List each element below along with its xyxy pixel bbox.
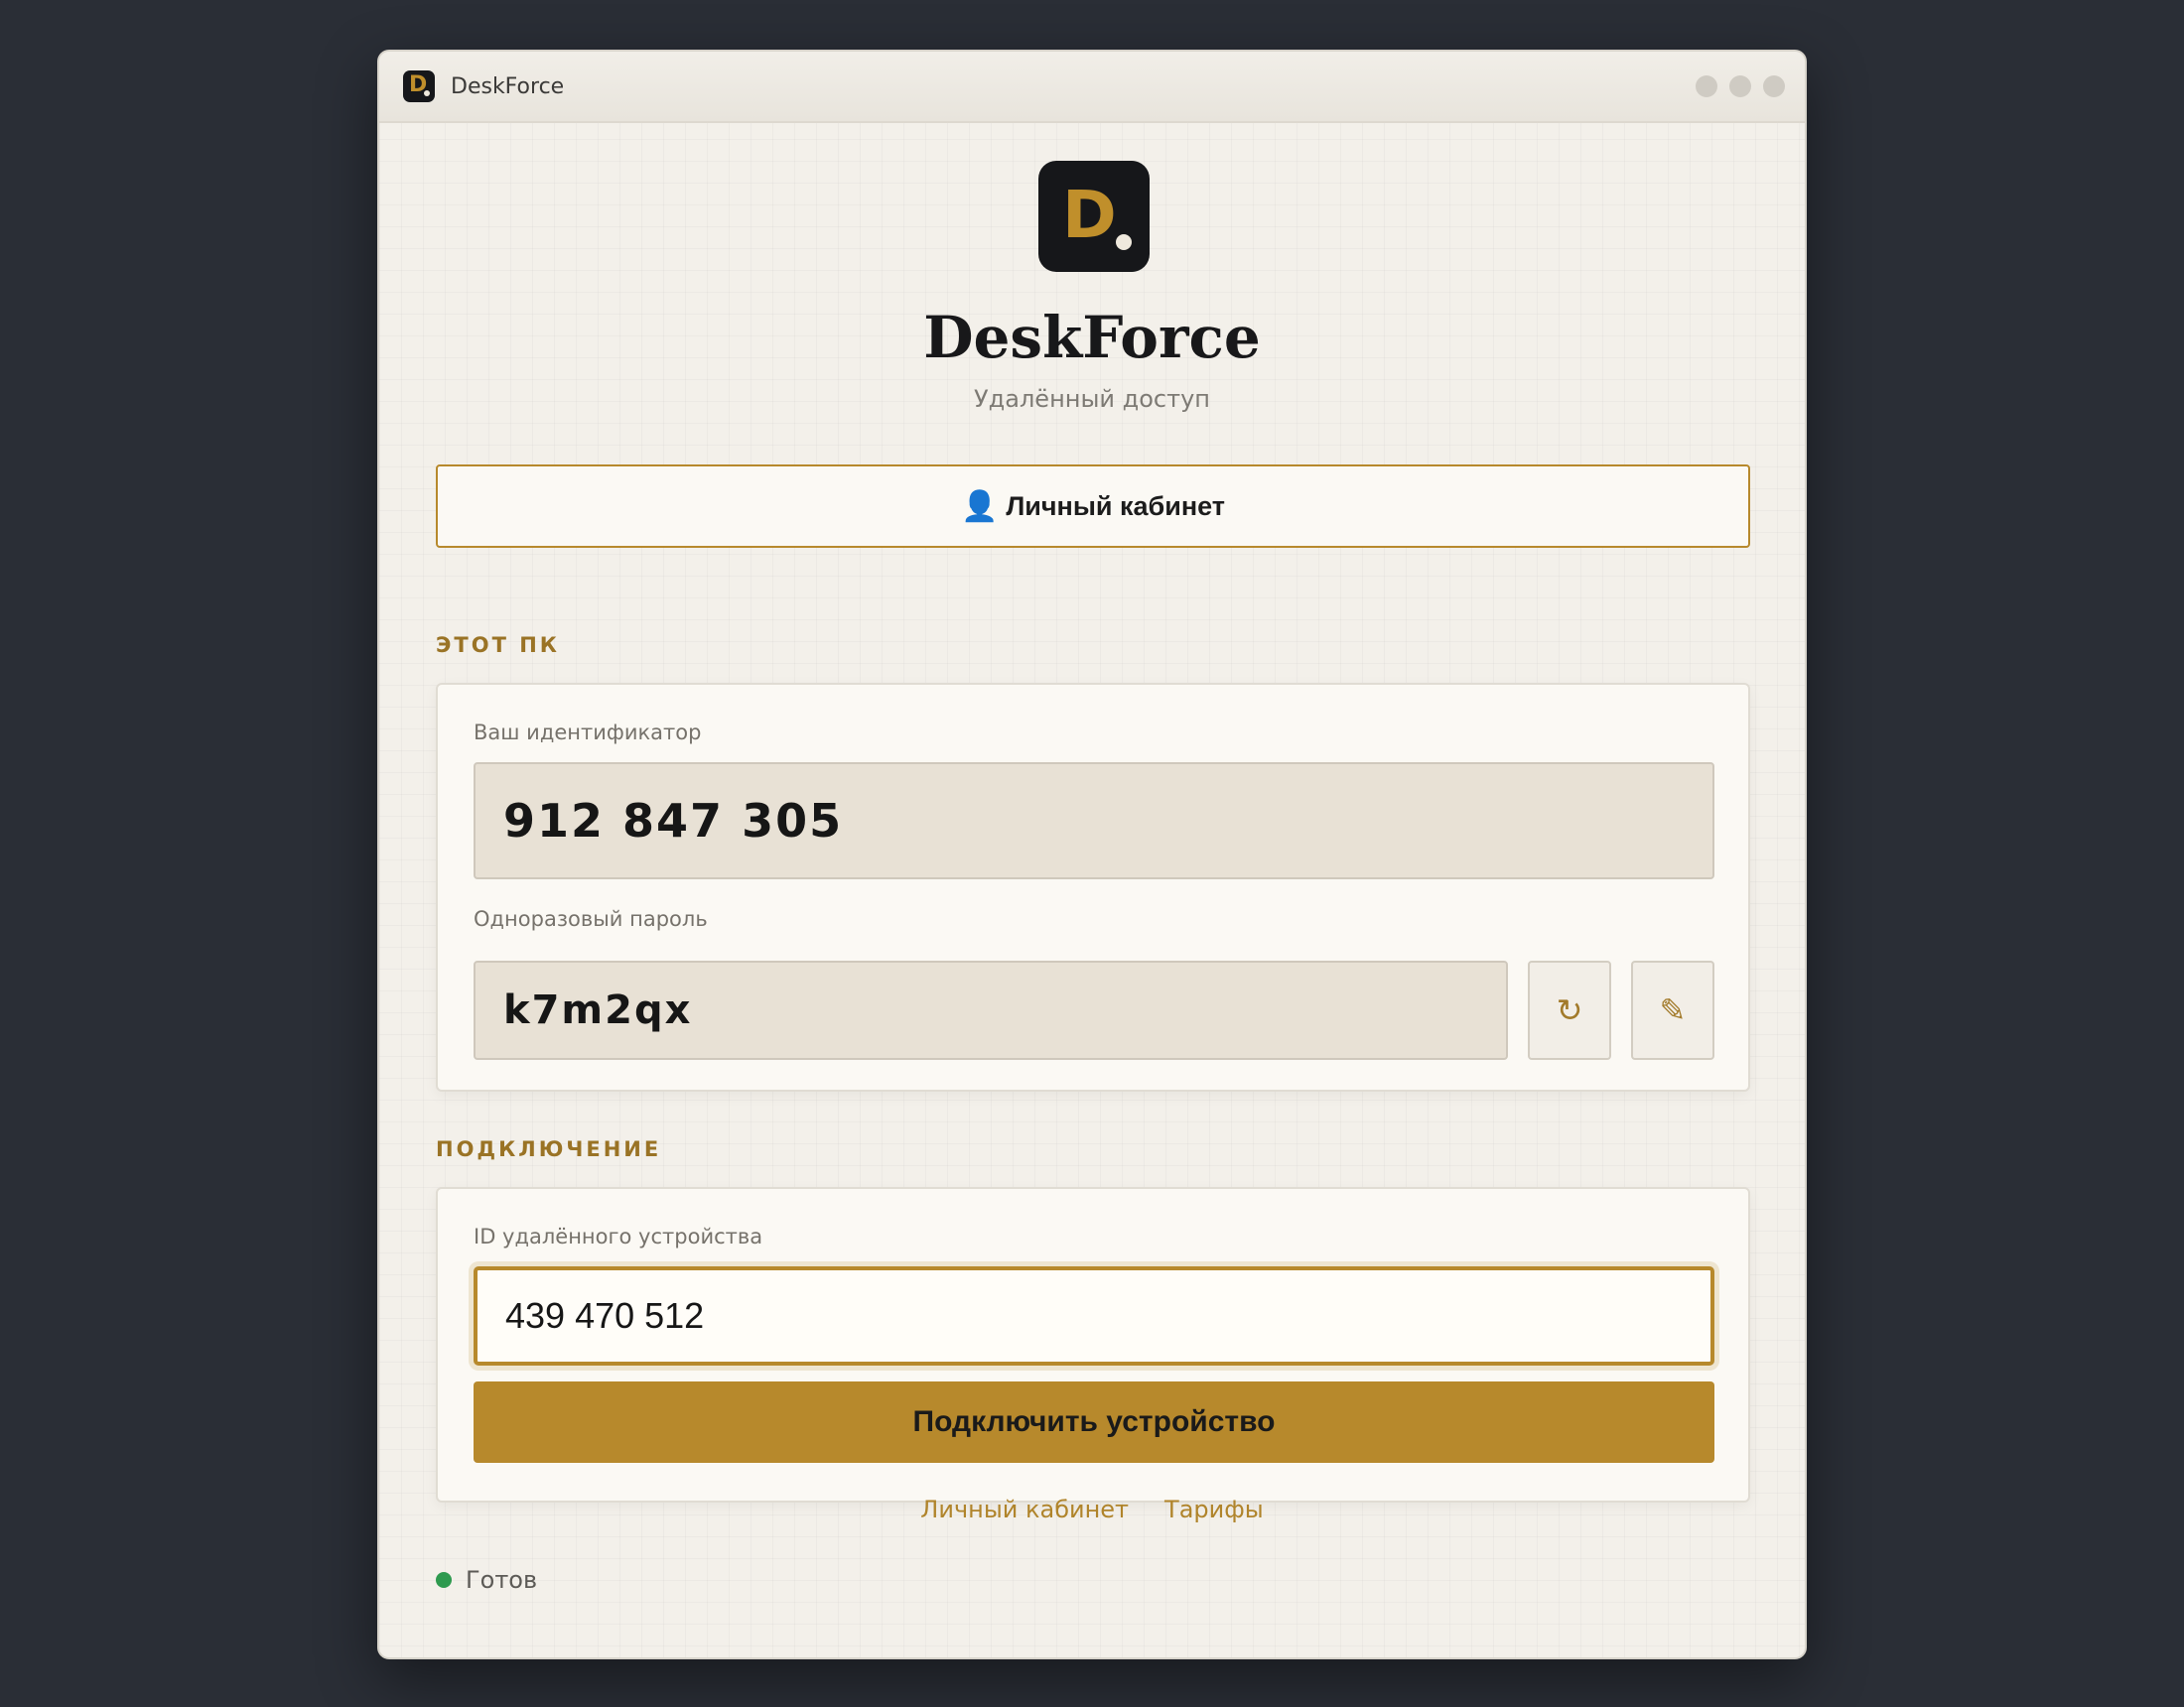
window-title: DeskForce [451, 73, 565, 99]
account-button[interactable]: 👤 Личный кабинет [436, 464, 1750, 548]
password-label: Одноразовый пароль [474, 907, 708, 931]
minimize-button[interactable] [1696, 75, 1717, 97]
edit-icon: ✎ [1659, 991, 1687, 1029]
remote-id-input[interactable] [474, 1266, 1714, 1366]
your-id-value: 912 847 305 [503, 794, 844, 848]
account-button-label: Личный кабинет [1006, 490, 1226, 521]
app-subtitle: Удалённый доступ [974, 385, 1210, 413]
footer-link-pricing[interactable]: Тарифы [1164, 1496, 1264, 1523]
window-controls [1696, 75, 1785, 97]
app-icon-small: D [403, 70, 435, 102]
status-indicator [436, 1572, 452, 1588]
maximize-button[interactable] [1729, 75, 1751, 97]
refresh-icon: ↻ [1556, 991, 1583, 1029]
status-bar: Готов [436, 1566, 537, 1594]
close-button[interactable] [1763, 75, 1785, 97]
title-bar: D DeskForce [379, 52, 1805, 123]
app-logo-letter: D [1062, 177, 1117, 253]
footer-links: Личный кабинет Тарифы [379, 1496, 1805, 1523]
section-connection: ПОДКЛЮЧЕНИЕ [436, 1137, 662, 1161]
status-text: Готов [466, 1566, 538, 1594]
refresh-password-button[interactable]: ↻ [1528, 961, 1611, 1060]
connect-button[interactable]: Подключить устройство [474, 1381, 1714, 1463]
connect-button-label: Подключить устройство [912, 1405, 1276, 1438]
app-logo: D [1038, 161, 1150, 272]
section-this-pc: ЭТОТ ПК [436, 633, 560, 657]
password-value: k7m2qx [503, 987, 693, 1033]
your-id-label: Ваш идентификатор [474, 721, 702, 744]
remote-id-label: ID удалённого устройства [474, 1225, 763, 1248]
app-window: D DeskForce D DeskForce Удалённый доступ… [377, 50, 1807, 1659]
footer-link-account[interactable]: Личный кабинет [920, 1496, 1129, 1523]
connection-card: ID удалённого устройства Подключить устр… [436, 1187, 1750, 1503]
user-icon: 👤 [960, 489, 999, 523]
app-title: DeskForce [923, 304, 1261, 371]
your-id-field[interactable]: 912 847 305 [474, 762, 1714, 879]
this-pc-card: Ваш идентификатор 912 847 305 Одноразовы… [436, 683, 1750, 1092]
password-field[interactable]: k7m2qx [474, 961, 1508, 1060]
edit-password-button[interactable]: ✎ [1631, 961, 1714, 1060]
